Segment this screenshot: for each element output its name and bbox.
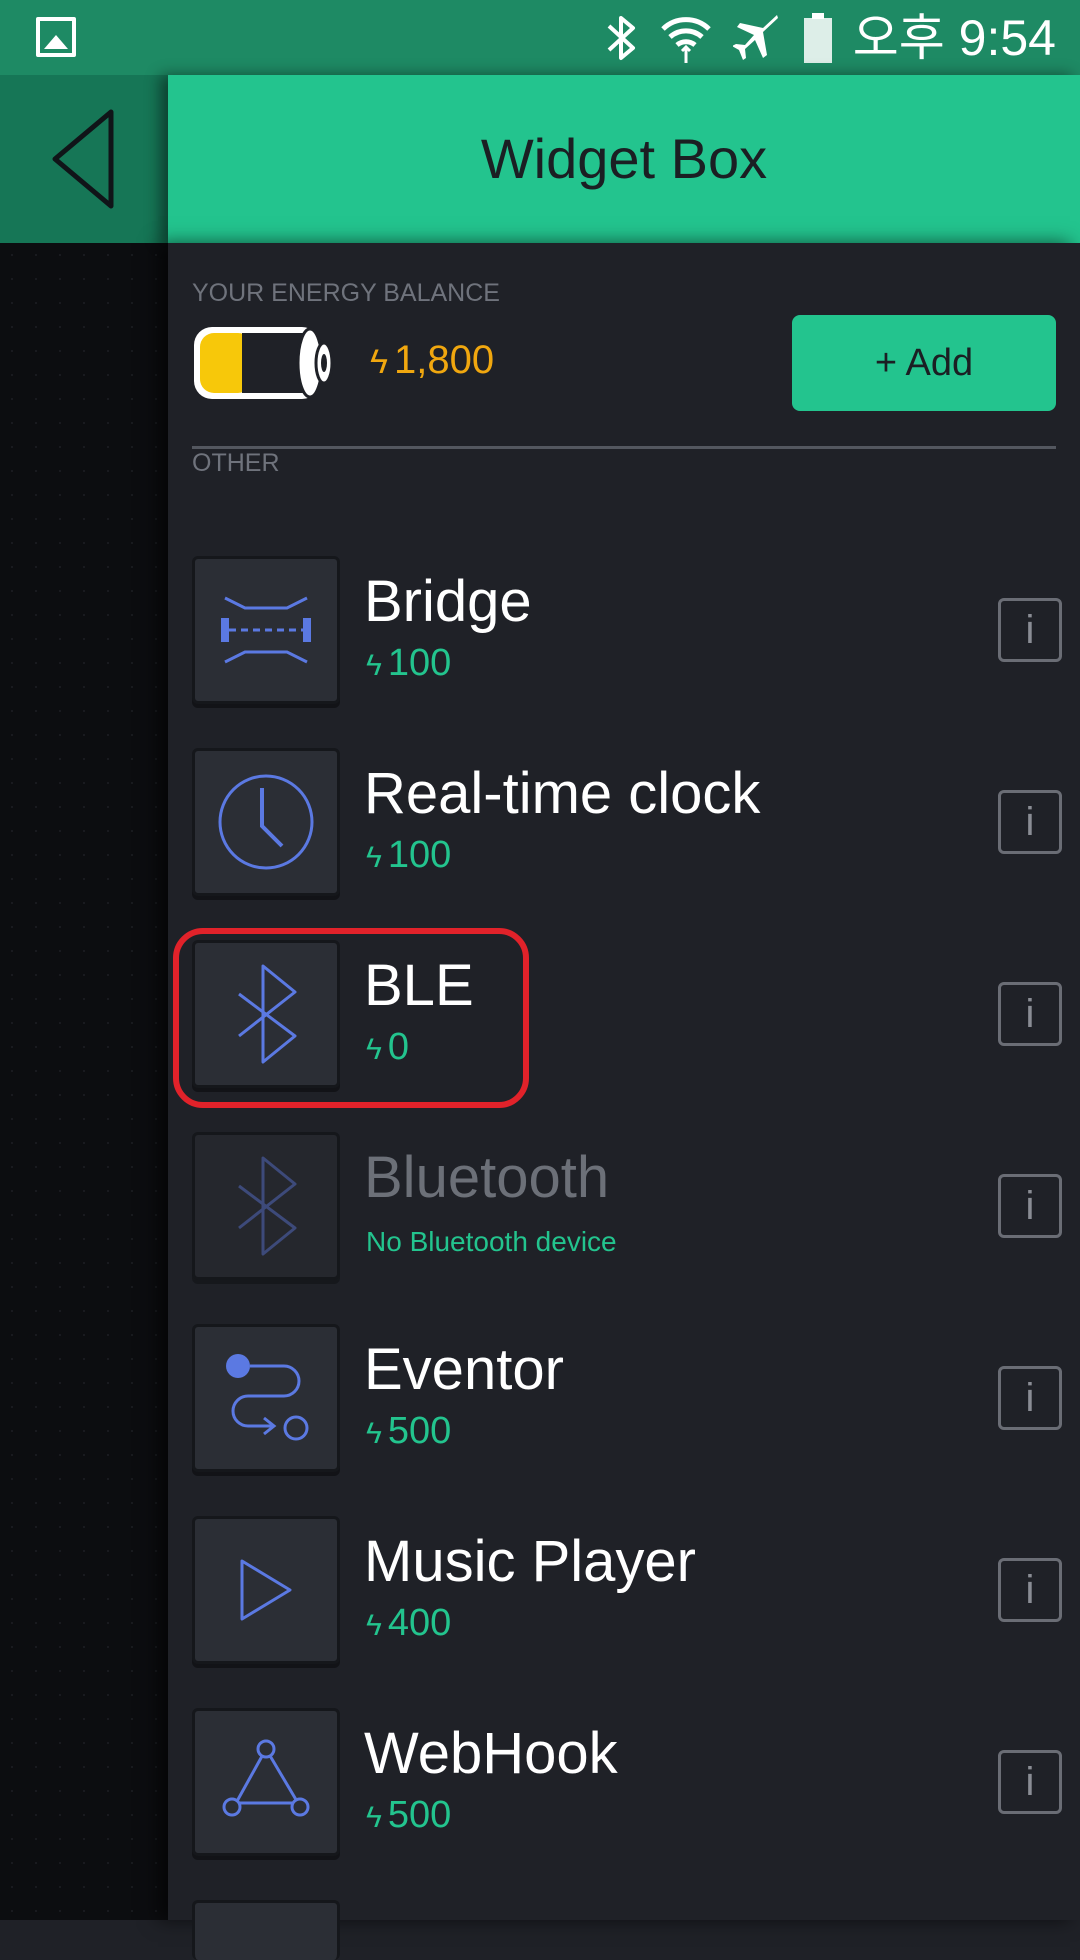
widget-tile[interactable] <box>192 1132 340 1280</box>
widget-item-music-player[interactable]: Music Player ϟ 400 i <box>192 1516 1062 1666</box>
widget-cost-value: 400 <box>387 1602 452 1644</box>
header-bar: Widget Box <box>168 75 1080 243</box>
info-button[interactable]: i <box>998 1366 1062 1430</box>
widget-item-bridge[interactable]: Bridge ϟ 100 i <box>192 556 1062 706</box>
bolt-icon: ϟ <box>366 649 382 682</box>
widget-item-bluetooth[interactable]: Bluetooth No Bluetooth device i <box>192 1132 1062 1282</box>
widget-cost-value: 500 <box>387 1410 452 1452</box>
page-title: Widget Box <box>480 127 768 190</box>
info-button[interactable]: i <box>998 1174 1062 1238</box>
play-icon <box>240 1559 292 1621</box>
back-button[interactable] <box>0 75 168 243</box>
widget-tile[interactable] <box>192 748 340 896</box>
airplane-icon <box>732 15 778 60</box>
widget-name: Music Player <box>364 1529 696 1594</box>
battery-icon <box>803 13 832 63</box>
background-canvas <box>0 75 168 1920</box>
info-button[interactable]: i <box>998 790 1062 854</box>
info-button[interactable]: i <box>998 982 1062 1046</box>
widget-item-eventor[interactable]: Eventor ϟ 500 i <box>192 1324 1062 1474</box>
widget-cost: ϟ 100 <box>366 642 451 685</box>
highlight-box <box>173 928 529 1108</box>
widget-name: Bridge <box>364 569 532 634</box>
bolt-icon: ϟ <box>366 841 382 874</box>
widget-cost: ϟ 400 <box>366 1602 451 1645</box>
widget-tile[interactable] <box>192 1900 340 1960</box>
energy-bolt-icon: ϟ <box>370 343 388 381</box>
widget-name: Real-time clock <box>364 761 761 826</box>
widget-cost: ϟ 500 <box>366 1410 451 1453</box>
clock-icon <box>218 774 314 870</box>
widget-cost: ϟ 500 <box>366 1794 451 1837</box>
divider <box>192 446 1056 449</box>
bridge-icon <box>221 596 311 664</box>
widget-item-real-time-clock[interactable]: Real-time clock ϟ 100 i <box>192 748 1062 898</box>
wifi-icon <box>661 17 711 63</box>
energy-battery-icon <box>194 327 334 399</box>
widget-cost-value: 500 <box>387 1794 452 1836</box>
gallery-icon <box>36 17 76 57</box>
bolt-icon: ϟ <box>366 1609 382 1642</box>
energy-balance-label: YOUR ENERGY BALANCE <box>192 279 500 307</box>
eventor-icon <box>226 1354 309 1441</box>
info-button[interactable]: i <box>998 598 1062 662</box>
status-bar: 오후 9:54 <box>0 0 1080 75</box>
back-arrow-icon <box>52 109 114 209</box>
status-icons: 오후 9:54 <box>603 6 1056 70</box>
bluetooth-icon <box>238 1156 297 1256</box>
widget-tile[interactable] <box>192 1708 340 1856</box>
widget-tile[interactable] <box>192 556 340 704</box>
widget-cost-value: 100 <box>387 834 452 876</box>
widget-name: Eventor <box>364 1337 564 1402</box>
add-energy-button[interactable]: + Add <box>792 315 1056 411</box>
widget-tile[interactable] <box>192 1324 340 1472</box>
bolt-icon: ϟ <box>366 1801 382 1834</box>
widget-name: Bluetooth <box>364 1145 610 1210</box>
energy-amount: 1,800 <box>394 338 495 382</box>
energy-balance-value: ϟ 1,800 <box>370 338 494 383</box>
info-button[interactable]: i <box>998 1750 1062 1814</box>
widget-cost-value: 100 <box>387 642 452 684</box>
bluetooth-icon <box>607 16 635 60</box>
widget-status-text: No Bluetooth device <box>366 1226 617 1257</box>
bolt-icon: ϟ <box>366 1417 382 1450</box>
webhook-icon <box>222 1739 310 1817</box>
widget-name: WebHook <box>364 1721 618 1786</box>
widget-tile[interactable] <box>192 1516 340 1664</box>
info-button[interactable]: i <box>998 1558 1062 1622</box>
widget-cost: ϟ 100 <box>366 834 451 877</box>
widget-item-webhook[interactable]: WebHook ϟ 500 i <box>192 1708 1062 1858</box>
status-time: 오후 9:54 <box>852 10 1056 66</box>
section-label-other: OTHER <box>192 449 280 477</box>
